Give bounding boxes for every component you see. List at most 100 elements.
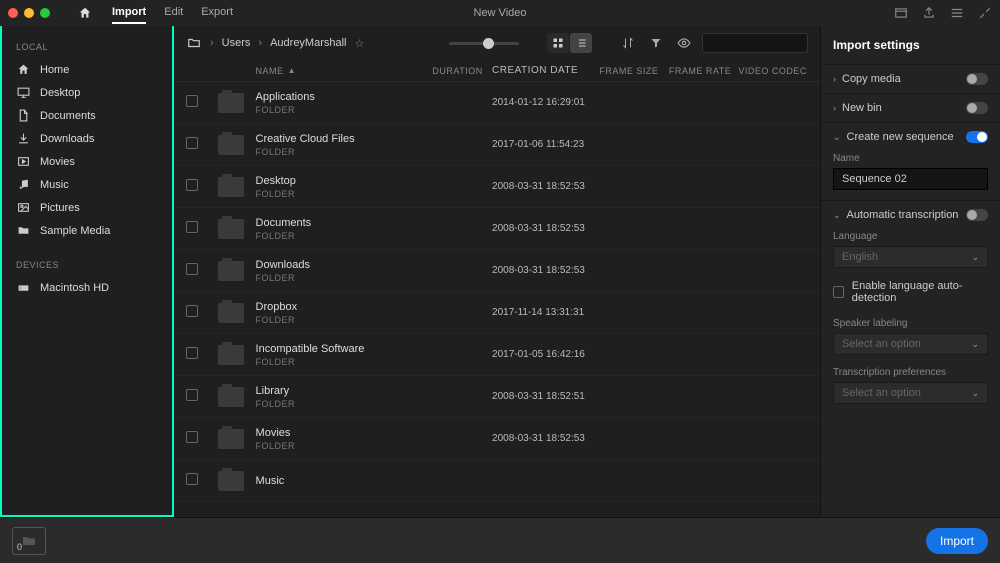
home-icon[interactable]	[78, 6, 92, 20]
selected-items-tray[interactable]: 0	[12, 527, 46, 555]
table-row[interactable]: MoviesFOLDER2008-03-31 18:52:53	[174, 418, 820, 460]
file-name: Documents	[256, 217, 312, 229]
menu-icon[interactable]	[950, 6, 964, 20]
file-type: FOLDER	[256, 399, 296, 409]
maximize-window-icon[interactable]	[40, 8, 50, 18]
sort-icon[interactable]	[618, 33, 638, 53]
row-checkbox[interactable]	[186, 389, 198, 401]
new-bin-section[interactable]: ›New bin	[821, 96, 1000, 120]
file-date: 2017-01-05 16:42:16	[492, 349, 599, 360]
autodetect-checkbox[interactable]: Enable language auto-detection	[821, 276, 1000, 314]
file-type: FOLDER	[256, 105, 315, 115]
create-sequence-toggle[interactable]	[966, 131, 988, 143]
folder-icon[interactable]	[186, 36, 202, 50]
grid-view-button[interactable]	[547, 33, 569, 53]
panel-title: Import settings	[821, 34, 1000, 62]
import-button[interactable]: Import	[926, 528, 988, 554]
table-row[interactable]: Incompatible SoftwareFOLDER2017-01-05 16…	[174, 334, 820, 376]
sidebar-item-label: Home	[40, 64, 69, 76]
tab-export[interactable]: Export	[201, 2, 233, 24]
tab-edit[interactable]: Edit	[164, 2, 183, 24]
language-select[interactable]: English⌄	[833, 246, 988, 268]
list-view-button[interactable]	[570, 33, 592, 53]
transpref-select[interactable]: Select an option⌄	[833, 382, 988, 404]
sidebar-item-home[interactable]: Home	[2, 58, 172, 81]
close-window-icon[interactable]	[8, 8, 18, 18]
col-video-codec[interactable]: VIDEO CODEC	[738, 66, 808, 76]
topbar-actions	[894, 6, 992, 20]
sidebar-item-label: Macintosh HD	[40, 282, 109, 294]
table-row[interactable]: DocumentsFOLDER2008-03-31 18:52:53	[174, 208, 820, 250]
search-field[interactable]	[709, 37, 820, 49]
folder-thumbnail-icon	[218, 471, 244, 491]
sidebar-item-downloads[interactable]: Downloads	[2, 127, 172, 150]
table-row[interactable]: LibraryFOLDER2008-03-31 18:52:51	[174, 376, 820, 418]
sidebar-item-label: Pictures	[40, 202, 80, 214]
sort-arrow-icon: ▲	[288, 66, 296, 75]
sidebar-item-pictures[interactable]: Pictures	[2, 196, 172, 219]
breadcrumb-audreymarshall[interactable]: AudreyMarshall	[270, 37, 346, 49]
sidebar-item-desktop[interactable]: Desktop	[2, 81, 172, 104]
col-frame-size[interactable]: FRAME SIZE	[599, 66, 669, 76]
row-checkbox[interactable]	[186, 347, 198, 359]
row-checkbox[interactable]	[186, 431, 198, 443]
import-settings-panel: Import settings ›Copy media ›New bin ⌄Cr…	[820, 26, 1000, 517]
filter-icon[interactable]	[646, 33, 666, 53]
create-sequence-section[interactable]: ⌄Create new sequence	[821, 125, 1000, 149]
col-frame-rate[interactable]: FRAME RATE	[669, 66, 739, 76]
search-input[interactable]	[702, 33, 808, 53]
col-duration[interactable]: DURATION	[432, 66, 492, 76]
row-checkbox[interactable]	[186, 305, 198, 317]
file-date: 2008-03-31 18:52:53	[492, 265, 599, 276]
file-date: 2017-11-14 13:31:31	[492, 307, 599, 318]
row-checkbox[interactable]	[186, 221, 198, 233]
sequence-name-input[interactable]: Sequence 02	[833, 168, 988, 190]
sidebar-item-macintosh-hd[interactable]: Macintosh HD	[2, 276, 172, 299]
bottom-bar: 0 Import	[0, 517, 1000, 563]
sidebar-item-label: Documents	[40, 110, 96, 122]
row-checkbox[interactable]	[186, 473, 198, 485]
copy-media-section[interactable]: ›Copy media	[821, 67, 1000, 91]
file-date: 2008-03-31 18:52:51	[492, 391, 599, 402]
table-row[interactable]: DropboxFOLDER2017-11-14 13:31:31	[174, 292, 820, 334]
sidebar-item-documents[interactable]: Documents	[2, 104, 172, 127]
folder-thumbnail-icon	[218, 345, 244, 365]
tab-import[interactable]: Import	[112, 2, 146, 24]
sidebar-item-movies[interactable]: Movies	[2, 150, 172, 173]
workspace-icon[interactable]	[894, 6, 908, 20]
eye-icon[interactable]	[674, 33, 694, 53]
share-icon[interactable]	[922, 6, 936, 20]
minimize-window-icon[interactable]	[24, 8, 34, 18]
table-row[interactable]: Creative Cloud FilesFOLDER2017-01-06 11:…	[174, 124, 820, 166]
file-list: ApplicationsFOLDER2014-01-12 16:29:01Cre…	[174, 82, 820, 517]
row-checkbox[interactable]	[186, 179, 198, 191]
col-creation-date[interactable]: CREATION DATE	[492, 65, 599, 76]
speaker-select[interactable]: Select an option⌄	[833, 333, 988, 355]
fullscreen-icon[interactable]	[978, 6, 992, 20]
sidebar-item-label: Music	[40, 179, 69, 191]
copy-media-toggle[interactable]	[966, 73, 988, 85]
col-name[interactable]: NAME ▲	[256, 66, 433, 76]
auto-transcription-toggle[interactable]	[966, 209, 988, 221]
new-bin-toggle[interactable]	[966, 102, 988, 114]
row-checkbox[interactable]	[186, 263, 198, 275]
table-header: NAME ▲ DURATION CREATION DATE FRAME SIZE…	[174, 60, 820, 82]
folder-thumbnail-icon	[218, 387, 244, 407]
file-name: Incompatible Software	[256, 343, 365, 355]
file-name: Music	[256, 475, 285, 487]
table-row[interactable]: ApplicationsFOLDER2014-01-12 16:29:01	[174, 82, 820, 124]
auto-transcription-section[interactable]: ⌄Automatic transcription	[821, 203, 1000, 227]
file-type: FOLDER	[256, 315, 298, 325]
file-name: Movies	[256, 427, 296, 439]
breadcrumb-users[interactable]: Users	[222, 37, 251, 49]
thumbnail-size-slider[interactable]	[449, 42, 519, 45]
sidebar-item-sample-media[interactable]: Sample Media	[2, 219, 172, 242]
row-checkbox[interactable]	[186, 95, 198, 107]
sidebar-item-music[interactable]: Music	[2, 173, 172, 196]
table-row[interactable]: DesktopFOLDER2008-03-31 18:52:53	[174, 166, 820, 208]
table-row[interactable]: DownloadsFOLDER2008-03-31 18:52:53	[174, 250, 820, 292]
row-checkbox[interactable]	[186, 137, 198, 149]
file-date: 2008-03-31 18:52:53	[492, 433, 599, 444]
favorite-star-icon[interactable]: ☆	[355, 37, 365, 50]
table-row[interactable]: Music	[174, 460, 820, 502]
